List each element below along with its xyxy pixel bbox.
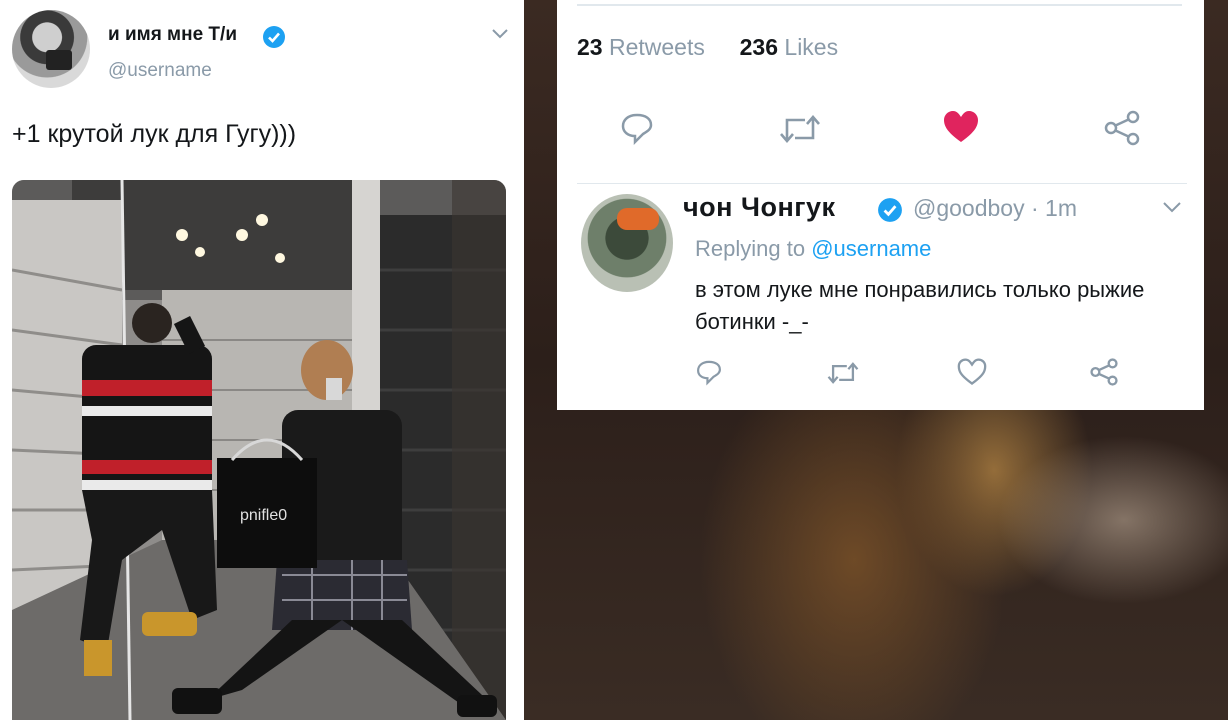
retweets-count[interactable]: 23 xyxy=(577,34,603,60)
share-icon[interactable] xyxy=(1103,110,1141,146)
chevron-down-icon[interactable] xyxy=(490,26,510,40)
replying-prefix: Replying to xyxy=(695,236,806,261)
engagement-stats: 23 Retweets 236 Likes xyxy=(577,34,838,61)
reply-text: в этом луке мне понравились только рыжие… xyxy=(695,277,1145,334)
reply-meta: @goodboy · 1m xyxy=(913,195,1077,222)
reply-avatar[interactable] xyxy=(581,194,673,292)
tweet-photo[interactable]: pnifle0 xyxy=(12,180,506,720)
reply-handle[interactable]: @goodboy xyxy=(913,195,1025,221)
replying-to: Replying to @username xyxy=(695,236,931,262)
right-tweet-card: 23 Retweets 236 Likes чон Чонгук @goodbo… xyxy=(557,0,1204,410)
left-tweet-card: и имя мне Т/и @username +1 крутой лук дл… xyxy=(0,0,524,720)
retweet-icon[interactable] xyxy=(827,360,859,386)
divider xyxy=(577,4,1182,6)
author-handle[interactable]: @username xyxy=(108,60,212,82)
author-name[interactable]: и имя мне Т/и xyxy=(108,24,237,46)
share-icon[interactable] xyxy=(1089,358,1119,386)
verified-badge-icon xyxy=(878,198,902,222)
bag-text: pnifle0 xyxy=(240,507,287,524)
replying-to-link[interactable]: @username xyxy=(811,236,931,261)
heart-outline-icon[interactable] xyxy=(957,358,987,386)
mirror-selfie-image: pnifle0 xyxy=(12,180,506,720)
reply-time[interactable]: · 1m xyxy=(1031,195,1077,221)
chevron-down-icon[interactable] xyxy=(1161,200,1183,214)
likes-label[interactable]: Likes xyxy=(784,34,838,60)
retweets-label[interactable]: Retweets xyxy=(609,34,705,60)
retweet-icon[interactable] xyxy=(779,112,821,146)
heart-filled-icon[interactable] xyxy=(943,110,979,144)
verified-badge-icon xyxy=(263,26,285,48)
tweet-text: +1 крутой лук для Гугу))) xyxy=(12,120,297,148)
reply-icon[interactable] xyxy=(695,358,723,386)
avatar[interactable] xyxy=(12,10,90,88)
reply-icon[interactable] xyxy=(619,110,655,146)
likes-count[interactable]: 236 xyxy=(740,34,778,60)
reply-author-name[interactable]: чон Чонгук xyxy=(683,192,836,223)
divider xyxy=(577,183,1187,184)
